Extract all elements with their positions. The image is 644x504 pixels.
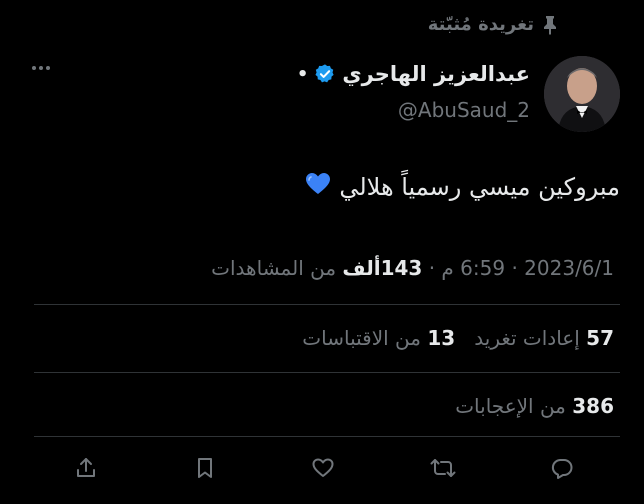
bookmark-icon[interactable] bbox=[193, 456, 217, 480]
reply-icon[interactable] bbox=[550, 456, 574, 480]
more-options-icon[interactable] bbox=[32, 66, 50, 70]
tweet-meta: 2023/6/1 · 6:59 م · 143ألف من المشاهدات bbox=[211, 256, 614, 280]
tweet-time[interactable]: 6:59 م bbox=[441, 256, 505, 280]
action-bar bbox=[74, 456, 574, 480]
quotes-stat[interactable]: 13 من الاقتباسات bbox=[302, 326, 455, 350]
meta-separator: · bbox=[422, 256, 442, 280]
pinned-label: تغريدة مُثبّتة bbox=[427, 14, 534, 35]
views-count: 143ألف bbox=[342, 256, 423, 280]
verified-badge-icon bbox=[314, 63, 336, 85]
tweet-text: مبروكين ميسي رسمياً هلالي bbox=[305, 172, 620, 202]
retweet-quote-stats: 57 إعادات تغريد 13 من الاقتباسات bbox=[302, 326, 614, 350]
divider bbox=[34, 372, 620, 373]
heart-icon[interactable] bbox=[311, 456, 335, 480]
quotes-count: 13 bbox=[427, 326, 456, 350]
retweets-count: 57 bbox=[586, 326, 614, 350]
name-separator: • bbox=[296, 63, 309, 85]
divider bbox=[34, 304, 620, 305]
quotes-label: من الاقتباسات bbox=[302, 326, 428, 350]
pin-icon bbox=[542, 15, 558, 35]
likes-label: من الإعجابات bbox=[455, 394, 573, 418]
author-name-row[interactable]: عبدالعزيز الهاجري • bbox=[297, 62, 530, 86]
likes-count: 386 bbox=[572, 394, 614, 418]
meta-separator: · bbox=[505, 256, 525, 280]
retweets-stat[interactable]: 57 إعادات تغريد bbox=[474, 326, 614, 350]
author-name[interactable]: عبدالعزيز الهاجري bbox=[342, 62, 530, 86]
tweet-body: مبروكين ميسي رسمياً هلالي bbox=[339, 173, 620, 201]
likes-stat[interactable]: 386 من الإعجابات bbox=[455, 394, 614, 418]
divider bbox=[34, 436, 620, 437]
retweet-icon[interactable] bbox=[430, 456, 456, 480]
blue-heart-icon bbox=[305, 172, 331, 202]
tweet-date[interactable]: 2023/6/1 bbox=[524, 256, 614, 280]
author-handle[interactable]: @AbuSaud_2 bbox=[398, 98, 530, 122]
retweets-label: إعادات تغريد bbox=[474, 326, 587, 350]
avatar[interactable] bbox=[544, 56, 620, 132]
pinned-indicator: تغريدة مُثبّتة bbox=[428, 14, 558, 35]
share-icon[interactable] bbox=[74, 456, 98, 480]
views-label: من المشاهدات bbox=[211, 256, 343, 280]
